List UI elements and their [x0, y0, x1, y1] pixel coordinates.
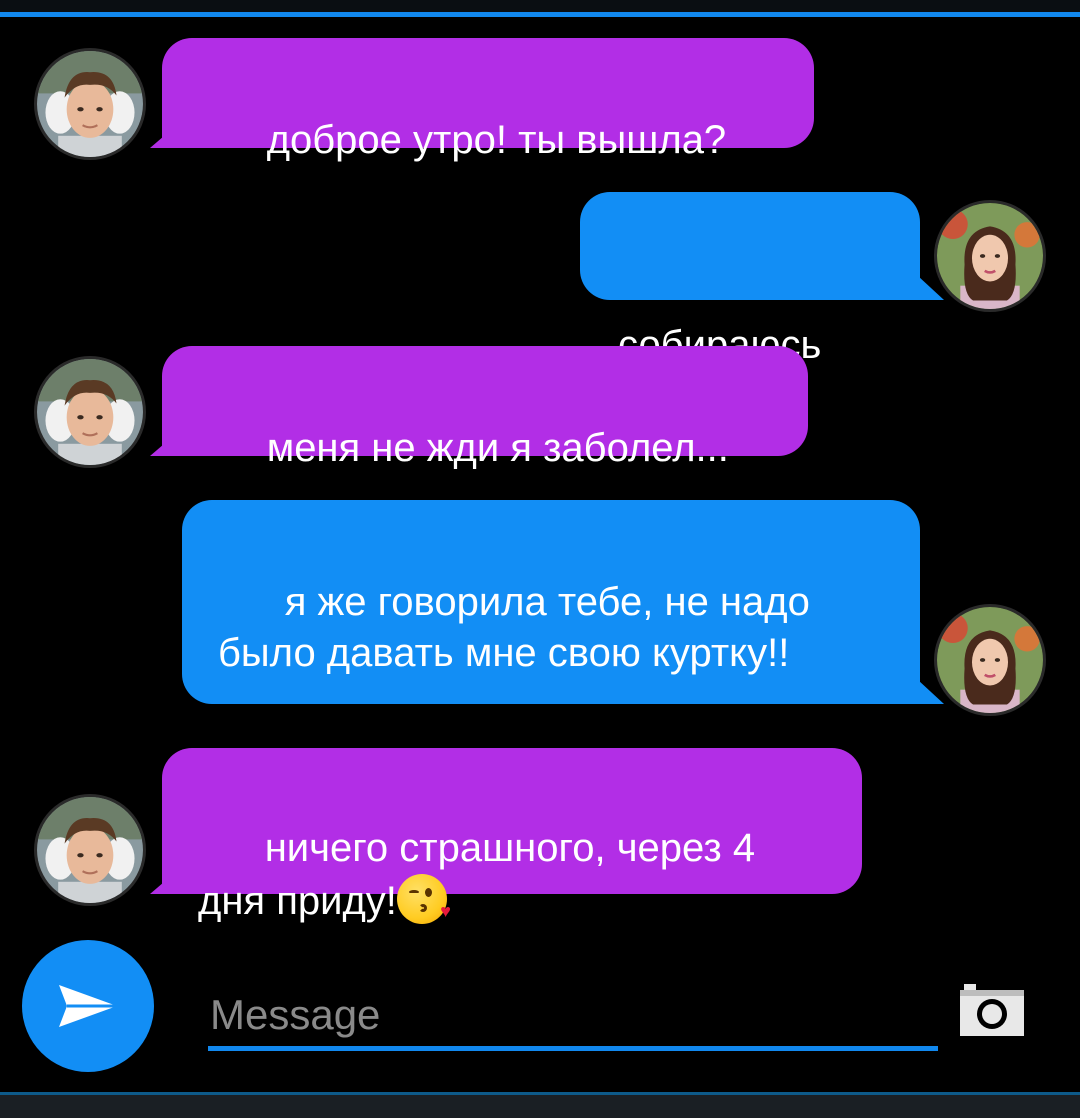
message-bubble-incoming[interactable]: ничего страшного, через 4 дня приду! ♥ [162, 748, 862, 924]
boy-avatar-image [37, 51, 143, 157]
boy-avatar[interactable] [34, 356, 146, 468]
message-input[interactable] [208, 978, 938, 1052]
message-bubble-incoming[interactable]: меня не жди я заболел... [162, 346, 808, 470]
kissing-face-with-heart-icon: ♥ [396, 874, 451, 924]
boy-avatar[interactable] [34, 48, 146, 160]
message-text: я же говорила тебе, не надо было давать … [218, 580, 821, 675]
camera-button[interactable] [958, 982, 1026, 1038]
status-bar [0, 0, 1080, 12]
message-input-underline [208, 1046, 938, 1051]
girl-avatar[interactable] [934, 604, 1046, 716]
message-bubble-incoming[interactable]: доброе утро! ты вышла? [162, 38, 814, 162]
send-button[interactable] [22, 940, 154, 1072]
message-text: меня не жди я заболел... [266, 426, 729, 470]
message-text: ничего страшного, через 4 дня приду! [198, 826, 767, 923]
girl-avatar-image [937, 607, 1043, 713]
message-text: доброе утро! ты вышла? [266, 118, 727, 162]
boy-avatar-image [37, 359, 143, 465]
send-arrow-icon [59, 985, 117, 1027]
message-composer [0, 930, 1080, 1090]
boy-avatar[interactable] [34, 794, 146, 906]
boy-avatar-image [37, 797, 143, 903]
camera-icon [960, 984, 1024, 1036]
navigation-bar [0, 1095, 1080, 1118]
girl-avatar[interactable] [934, 200, 1046, 312]
message-bubble-outgoing[interactable]: собираюсь [580, 192, 920, 367]
chat-screen: доброе утро! ты вышла? собираюсь меня не… [0, 0, 1080, 1118]
message-input-wrapper [208, 978, 938, 1052]
message-bubble-outgoing[interactable]: я же говорила тебе, не надо было давать … [182, 500, 920, 704]
header-divider [0, 12, 1080, 17]
girl-avatar-image [937, 203, 1043, 309]
